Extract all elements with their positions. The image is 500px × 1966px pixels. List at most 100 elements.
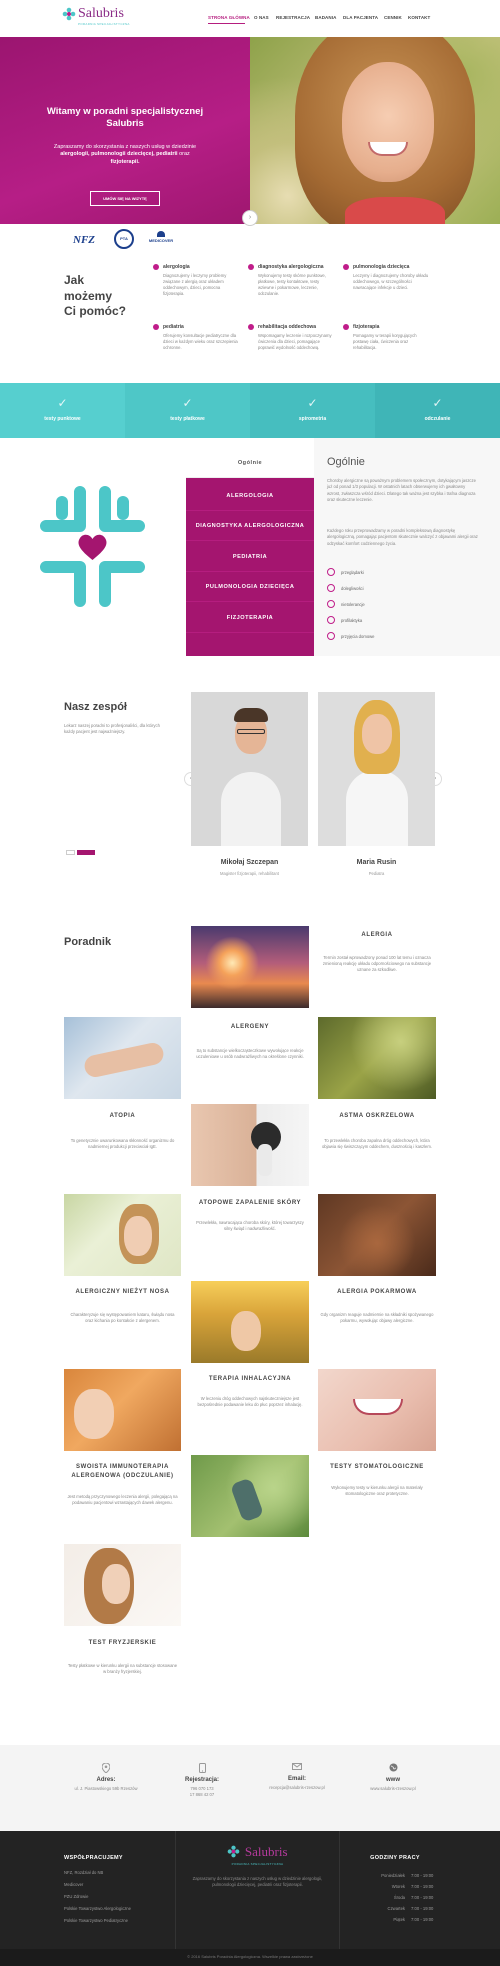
phone-icon bbox=[198, 1763, 206, 1773]
article-desc: Jest metodą przyczynowego leczenia alerg… bbox=[67, 1494, 178, 1506]
feature-spirometria[interactable]: ✓ spirometria bbox=[250, 383, 375, 438]
article-desc: To przewlekła choroba zapalna dróg oddec… bbox=[321, 1138, 433, 1150]
feature-strip: ✓ testy punktowe ✓ testy płatkowe ✓ spir… bbox=[0, 383, 500, 438]
article-image-woman-nose[interactable] bbox=[64, 1194, 181, 1276]
member-role: Magister fizjoterapii, rehabilitant bbox=[220, 871, 279, 876]
article-image-inhaler-skin[interactable] bbox=[191, 1104, 309, 1186]
nav-registration[interactable]: REJESTRACJA bbox=[276, 15, 310, 20]
nav-active-underline bbox=[208, 23, 245, 24]
plus-circle-icon bbox=[327, 600, 335, 608]
tab-ogolnie[interactable]: Ogólnie bbox=[186, 448, 314, 478]
nav-tests[interactable]: BADANIA bbox=[315, 15, 336, 20]
plus-circle-icon bbox=[327, 632, 335, 640]
partner-pta-logo: PTA bbox=[114, 229, 134, 249]
article-title[interactable]: ALERGIA POKARMOWA bbox=[318, 1289, 436, 1295]
footer-link[interactable]: Polskie Towarzystwo Pediatryczne bbox=[64, 1918, 164, 1923]
tab-paragraph-2: Każdego roku przeprowadzamy w poradni ko… bbox=[327, 528, 478, 546]
copyright-text: © 2016 Salubris Poradnia Alergologiczna.… bbox=[187, 1954, 313, 1959]
hero-title: Witamy w poradni specjalistycznej Salubr… bbox=[46, 106, 204, 130]
member-name: Mikołaj Szczepan bbox=[220, 859, 279, 866]
team-pager-dot[interactable] bbox=[66, 850, 75, 855]
team-photo-maria bbox=[318, 692, 435, 846]
logo[interactable]: Salubris PORADNIA SPECJALISTYCZNA bbox=[62, 5, 152, 31]
article-desc: Charakteryzuje się występowaniem kataru,… bbox=[70, 1312, 175, 1324]
globe-icon bbox=[389, 1763, 397, 1772]
article-title[interactable]: ALERGENY bbox=[191, 1024, 309, 1030]
article-image-baby-field[interactable] bbox=[191, 1281, 309, 1363]
footer-hours: GODZINY PRACY Poniedziałek 7:00 - 19:00 … bbox=[345, 1855, 445, 1922]
envelope-icon bbox=[292, 1763, 302, 1770]
tab-panel-bg bbox=[314, 438, 500, 656]
article-image-hand-inhaler[interactable] bbox=[191, 1455, 309, 1537]
tab-alergologia[interactable]: ALERGOLOGIA bbox=[186, 481, 314, 511]
hero-next-arrow[interactable]: › bbox=[242, 210, 258, 226]
article-title[interactable]: TEST FRYZJERSKIE bbox=[64, 1640, 181, 1646]
nav-home[interactable]: STRONA GŁÓWNA bbox=[208, 15, 250, 20]
article-desc: Testy płatkowe w kierunku alergii na sub… bbox=[67, 1663, 178, 1675]
feature-testy-punktowe[interactable]: ✓ testy punktowe bbox=[0, 383, 125, 438]
article-title[interactable]: ASTMA OSKRZELOWA bbox=[318, 1113, 436, 1119]
article-title[interactable]: TERAPIA INHALACYJNA bbox=[191, 1376, 309, 1382]
nav-contact[interactable]: KONTAKT bbox=[408, 15, 430, 20]
nav-patient[interactable]: DLA PACJENTA bbox=[343, 15, 378, 20]
article-title[interactable]: ALERGICZNY NIEŻYT NOSA bbox=[64, 1289, 181, 1295]
copyright-bar: © 2016 Salubris Poradnia Alergologiczna.… bbox=[0, 1949, 500, 1966]
check-icon: ✓ bbox=[182, 396, 193, 410]
article-desc: W leczeniu dróg oddechowych najskuteczni… bbox=[197, 1396, 303, 1408]
team-desc: Lekarz naszej poradni to profesjonaliści… bbox=[64, 723, 160, 735]
team-pager-dot-active[interactable] bbox=[77, 850, 95, 855]
footer-link[interactable]: PZU Zdrowie bbox=[64, 1894, 164, 1899]
logo-subtitle: PORADNIA SPECJALISTYCZNA bbox=[78, 22, 130, 26]
plus-circle-icon bbox=[327, 616, 335, 624]
feature-testy-platkowe[interactable]: ✓ testy płatkowe bbox=[125, 383, 250, 438]
service-icon bbox=[248, 324, 254, 330]
tab-diagnostyka[interactable]: DIAGNOSTYKA ALERGOLOGICZNA bbox=[186, 511, 314, 541]
map-pin-icon bbox=[102, 1763, 110, 1773]
article-image-curly-hair[interactable] bbox=[64, 1544, 181, 1626]
girl-face bbox=[342, 62, 434, 182]
tab-pediatria[interactable]: PEDIATRIA bbox=[186, 542, 314, 572]
tab-fizjoterapia[interactable]: FIZJOTERAPIA bbox=[186, 603, 314, 633]
book-visit-button[interactable]: UMÓW SIĘ NA WIZYTĘ bbox=[90, 191, 160, 206]
partner-nfz-logo: NFZ bbox=[73, 234, 95, 246]
partner-medicover-logo: MEDICOVER bbox=[145, 231, 177, 247]
check-icon: ✓ bbox=[307, 396, 318, 410]
plus-circle-icon bbox=[327, 568, 335, 576]
nav-prices[interactable]: CENNIK bbox=[384, 15, 402, 20]
logo-flower-icon bbox=[62, 7, 76, 21]
salubris-emblem-icon bbox=[40, 486, 145, 607]
footer: WSPÓŁPRACUJEMY NFZ, Rozdział do NB Medic… bbox=[0, 1831, 500, 1949]
article-image-girl-cat[interactable] bbox=[64, 1369, 181, 1451]
service-icon bbox=[153, 324, 159, 330]
girl-shirt bbox=[345, 197, 445, 224]
article-desc: Gdy organizm reaguje nadmiernie na skład… bbox=[320, 1312, 434, 1324]
nav-about[interactable]: O NAS bbox=[254, 15, 269, 20]
footer-coop-title: WSPÓŁPRACUJEMY bbox=[64, 1855, 123, 1861]
article-title[interactable]: TESTY STOMATOLOGICZNE bbox=[318, 1464, 436, 1470]
check-icon: ✓ bbox=[57, 396, 68, 410]
article-image-peanuts[interactable] bbox=[318, 1194, 436, 1276]
medicover-mark-icon bbox=[157, 231, 165, 237]
service-icon bbox=[153, 264, 159, 270]
article-image-smile[interactable] bbox=[318, 1369, 436, 1451]
article-title[interactable]: ATOPIA bbox=[64, 1113, 181, 1119]
footer-logo[interactable]: Salubris bbox=[227, 1843, 288, 1861]
footer-divider bbox=[175, 1831, 176, 1949]
logo-flower-icon bbox=[228, 1845, 240, 1858]
article-image-catkins[interactable] bbox=[318, 1017, 436, 1099]
team-photo-mikolaj bbox=[191, 692, 308, 846]
article-title[interactable]: ATOPOWE ZAPALENIE SKÓRY bbox=[191, 1200, 309, 1206]
article-image-dandelion[interactable] bbox=[191, 926, 309, 1008]
tab-pulmonologia[interactable]: PULMONOLOGIA DZIECIĘCA bbox=[186, 572, 314, 602]
article-title[interactable]: ALERGIA bbox=[318, 932, 436, 938]
hero-text: Zapraszamy do skorzystania z naszych usł… bbox=[53, 144, 197, 165]
article-title[interactable]: SWOISTA IMMUNOTERAPIA ALERGENOWA (ODCZUL… bbox=[64, 1463, 181, 1480]
article-desc: To genetycznie uwarunkowana skłonność or… bbox=[70, 1138, 175, 1150]
feature-odczulanie[interactable]: ✓ odczulanie bbox=[375, 383, 500, 438]
tab-heading: Ogólnie bbox=[327, 456, 365, 468]
footer-link[interactable]: NFZ, Rozdział do NB bbox=[64, 1870, 164, 1875]
footer-link[interactable]: Medicover bbox=[64, 1882, 164, 1887]
article-desc: Wykonujemy testy w kierunku alergii na m… bbox=[331, 1485, 423, 1497]
footer-link[interactable]: Polskie Towarzystwo Alergologiczne bbox=[64, 1906, 164, 1911]
article-image-arm[interactable] bbox=[64, 1017, 181, 1099]
